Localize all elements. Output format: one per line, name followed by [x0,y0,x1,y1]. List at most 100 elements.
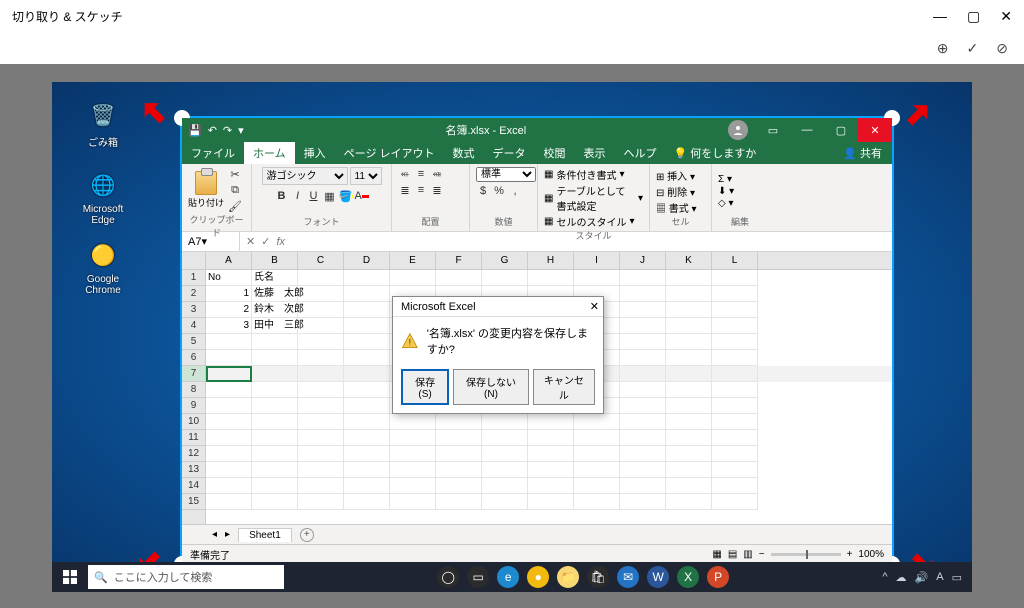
cell[interactable] [344,286,390,302]
cell[interactable] [712,334,758,350]
row-header-5[interactable]: 5 [182,334,205,350]
taskbar-app-powerpoint[interactable]: P [707,566,729,588]
cell[interactable] [574,270,620,286]
cell[interactable] [712,350,758,366]
share-button[interactable]: 👤 共有 [833,142,892,164]
cell[interactable] [390,446,436,462]
cell[interactable] [666,382,712,398]
cell[interactable] [436,430,482,446]
cell[interactable] [712,430,758,446]
ribbon-tab-挿入[interactable]: 挿入 [295,142,335,164]
cell[interactable] [574,494,620,510]
cell[interactable] [620,334,666,350]
dialog-cancel-button[interactable]: キャンセル [533,369,595,405]
cell[interactable]: 鈴木 次郎 [252,302,298,318]
taskbar-app-chrome[interactable]: ● [527,566,549,588]
ribbon-tab-ホーム[interactable]: ホーム [244,142,295,164]
cell[interactable] [712,302,758,318]
table-format-button[interactable]: ▦ テーブルとして書式設定 ▾ [544,183,643,213]
cell[interactable] [482,494,528,510]
desktop-icon-Google Chrome[interactable]: 🟡Google Chrome [78,238,128,296]
cell[interactable] [666,414,712,430]
cell[interactable] [666,478,712,494]
taskbar-app-cortana[interactable]: ◯ [437,566,459,588]
cell[interactable] [620,302,666,318]
taskbar-app-word[interactable]: W [647,566,669,588]
cell[interactable] [574,462,620,478]
qat-redo-icon[interactable]: ↷ [223,124,232,137]
cell[interactable] [344,302,390,318]
cell[interactable] [482,430,528,446]
cell[interactable] [252,382,298,398]
percent-icon[interactable]: % [492,184,506,198]
cell[interactable] [298,462,344,478]
grid-row[interactable]: No氏名 [206,270,892,286]
cell[interactable] [298,446,344,462]
cell[interactable] [298,318,344,334]
tray-icon-2[interactable]: 🔊 [915,571,929,584]
row-header-11[interactable]: 11 [182,430,205,446]
cell[interactable] [252,350,298,366]
cell[interactable] [344,334,390,350]
cell[interactable]: No [206,270,252,286]
cell[interactable] [620,270,666,286]
select-all-cell[interactable] [182,252,206,269]
taskbar-app-excel[interactable]: X [677,566,699,588]
ribbon-tab-データ[interactable]: データ [484,142,535,164]
taskbar-app-edge[interactable]: e [497,566,519,588]
cell[interactable]: 氏名 [252,270,298,286]
tray-icon-0[interactable]: ^ [882,571,887,583]
cell[interactable] [620,318,666,334]
excel-close-button[interactable]: ✕ [858,118,892,142]
cell[interactable] [298,334,344,350]
column-header-I[interactable]: I [574,252,620,269]
cell[interactable] [252,414,298,430]
cell[interactable] [206,462,252,478]
dialog-save-button[interactable]: 保存(S) [401,369,449,405]
cell[interactable] [436,478,482,494]
cell[interactable] [666,350,712,366]
zoom-slider[interactable] [771,553,841,556]
cell[interactable] [252,446,298,462]
copy-icon[interactable]: ⧉ [228,183,242,197]
cell[interactable] [666,302,712,318]
qat-undo-icon[interactable]: ↶ [208,124,217,137]
cell[interactable] [344,430,390,446]
cell[interactable] [712,318,758,334]
cell[interactable] [620,494,666,510]
sheet-tab[interactable]: Sheet1 [238,528,292,542]
cell[interactable] [620,478,666,494]
tray-icon-4[interactable]: ▭ [952,571,962,584]
column-header-C[interactable]: C [298,252,344,269]
zoom-icon[interactable]: ⊕ [937,40,949,57]
row-header-3[interactable]: 3 [182,302,205,318]
font-color-button[interactable]: A [355,189,369,203]
cell[interactable] [574,430,620,446]
cell-styles-button[interactable]: ▦ セルのスタイル ▾ [544,214,643,229]
taskbar-app-store[interactable]: 🛍 [587,566,609,588]
cell[interactable] [298,398,344,414]
cell[interactable] [206,382,252,398]
cell[interactable] [252,430,298,446]
fill-button[interactable]: ⬇ ▾ [718,186,734,197]
cell[interactable] [252,462,298,478]
cell[interactable] [712,286,758,302]
tray-icon-3[interactable]: A [936,571,943,583]
cell[interactable] [206,446,252,462]
enter-formula-icon[interactable]: ✓ [261,235,270,248]
column-header-B[interactable]: B [252,252,298,269]
cell[interactable] [298,478,344,494]
clear-button[interactable]: ◇ ▾ [718,198,734,209]
cancel-icon[interactable]: ⊘ [996,40,1008,57]
conditional-format-button[interactable]: ▦ 条件付き書式 ▾ [544,167,643,182]
cell[interactable] [436,446,482,462]
cell[interactable]: 田中 三郎 [252,318,298,334]
snip-selection[interactable]: 💾 ↶ ↷ ▾ 名簿.xlsx - Excel ▭ — ▢ ✕ ファイルホーム [180,116,894,566]
cell[interactable] [528,494,574,510]
desktop-icon-ごみ箱[interactable]: 🗑️ごみ箱 [78,98,128,149]
cell[interactable] [298,494,344,510]
cell[interactable] [666,446,712,462]
cell[interactable] [436,494,482,510]
cell[interactable]: 3 [206,318,252,334]
cell[interactable] [712,270,758,286]
